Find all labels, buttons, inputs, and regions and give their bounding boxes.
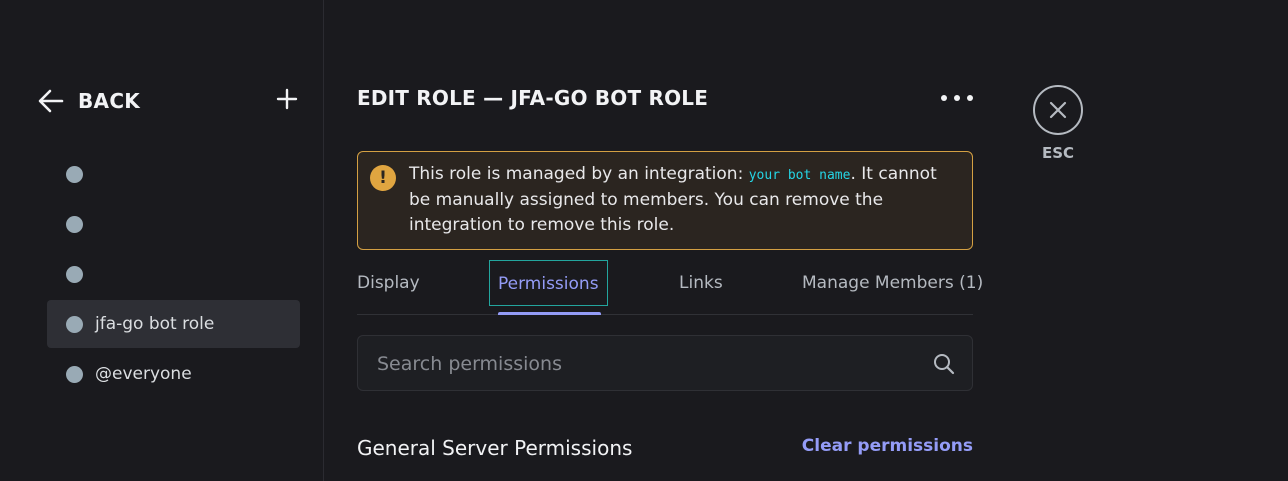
role-color-dot: [66, 165, 83, 183]
dot-icon: [954, 95, 960, 101]
integration-name: your bot name: [748, 168, 851, 183]
integration-notice: ! This role is managed by an integration…: [357, 151, 973, 250]
back-button[interactable]: BACK: [38, 86, 140, 116]
role-item-everyone[interactable]: @everyone: [47, 350, 300, 398]
more-options-button[interactable]: [941, 88, 973, 108]
plus-icon[interactable]: [276, 88, 298, 110]
search-icon: [934, 354, 955, 375]
close-control: ESC: [1033, 85, 1083, 162]
tab-manage-members[interactable]: Manage Members (1): [802, 258, 983, 308]
esc-label: ESC: [1041, 144, 1075, 162]
role-list: jfa-go bot role @everyone: [47, 150, 300, 400]
role-color-dot: [66, 315, 83, 333]
search-input[interactable]: [375, 336, 919, 392]
role-item[interactable]: [47, 200, 300, 248]
notice-text-before: This role is managed by an integration:: [409, 164, 749, 184]
role-item[interactable]: [47, 250, 300, 298]
sidebar: BACK jfa-go bot role @everyone: [0, 0, 324, 481]
close-button[interactable]: [1033, 85, 1083, 135]
tab-display[interactable]: Display: [357, 258, 420, 308]
tab-links[interactable]: Links: [679, 258, 723, 308]
clear-permissions-link[interactable]: Clear permissions: [802, 436, 973, 456]
section-title: General Server Permissions: [357, 436, 633, 460]
role-color-dot: [66, 215, 83, 233]
role-name: jfa-go bot role: [95, 314, 215, 334]
role-item[interactable]: [47, 150, 300, 198]
role-item-jfa-go-bot-role[interactable]: jfa-go bot role: [47, 300, 300, 348]
active-tab-indicator: [498, 312, 601, 315]
close-icon: [1049, 101, 1067, 119]
search-box: [357, 335, 973, 392]
dot-icon: [967, 95, 973, 101]
arrow-left-icon: [38, 89, 64, 113]
role-color-dot: [66, 365, 83, 383]
page-title: EDIT ROLE — JFA-GO BOT ROLE: [357, 86, 709, 110]
dot-icon: [941, 95, 947, 101]
role-color-dot: [66, 265, 83, 283]
back-label: BACK: [78, 89, 141, 113]
role-tabs: Display Permissions Links Manage Members…: [357, 258, 983, 315]
edit-role-panel: EDIT ROLE — JFA-GO BOT ROLE ! This role …: [357, 0, 983, 481]
warning-icon: !: [370, 165, 396, 191]
role-name: @everyone: [95, 364, 192, 384]
tab-permissions[interactable]: Permissions: [489, 260, 608, 306]
